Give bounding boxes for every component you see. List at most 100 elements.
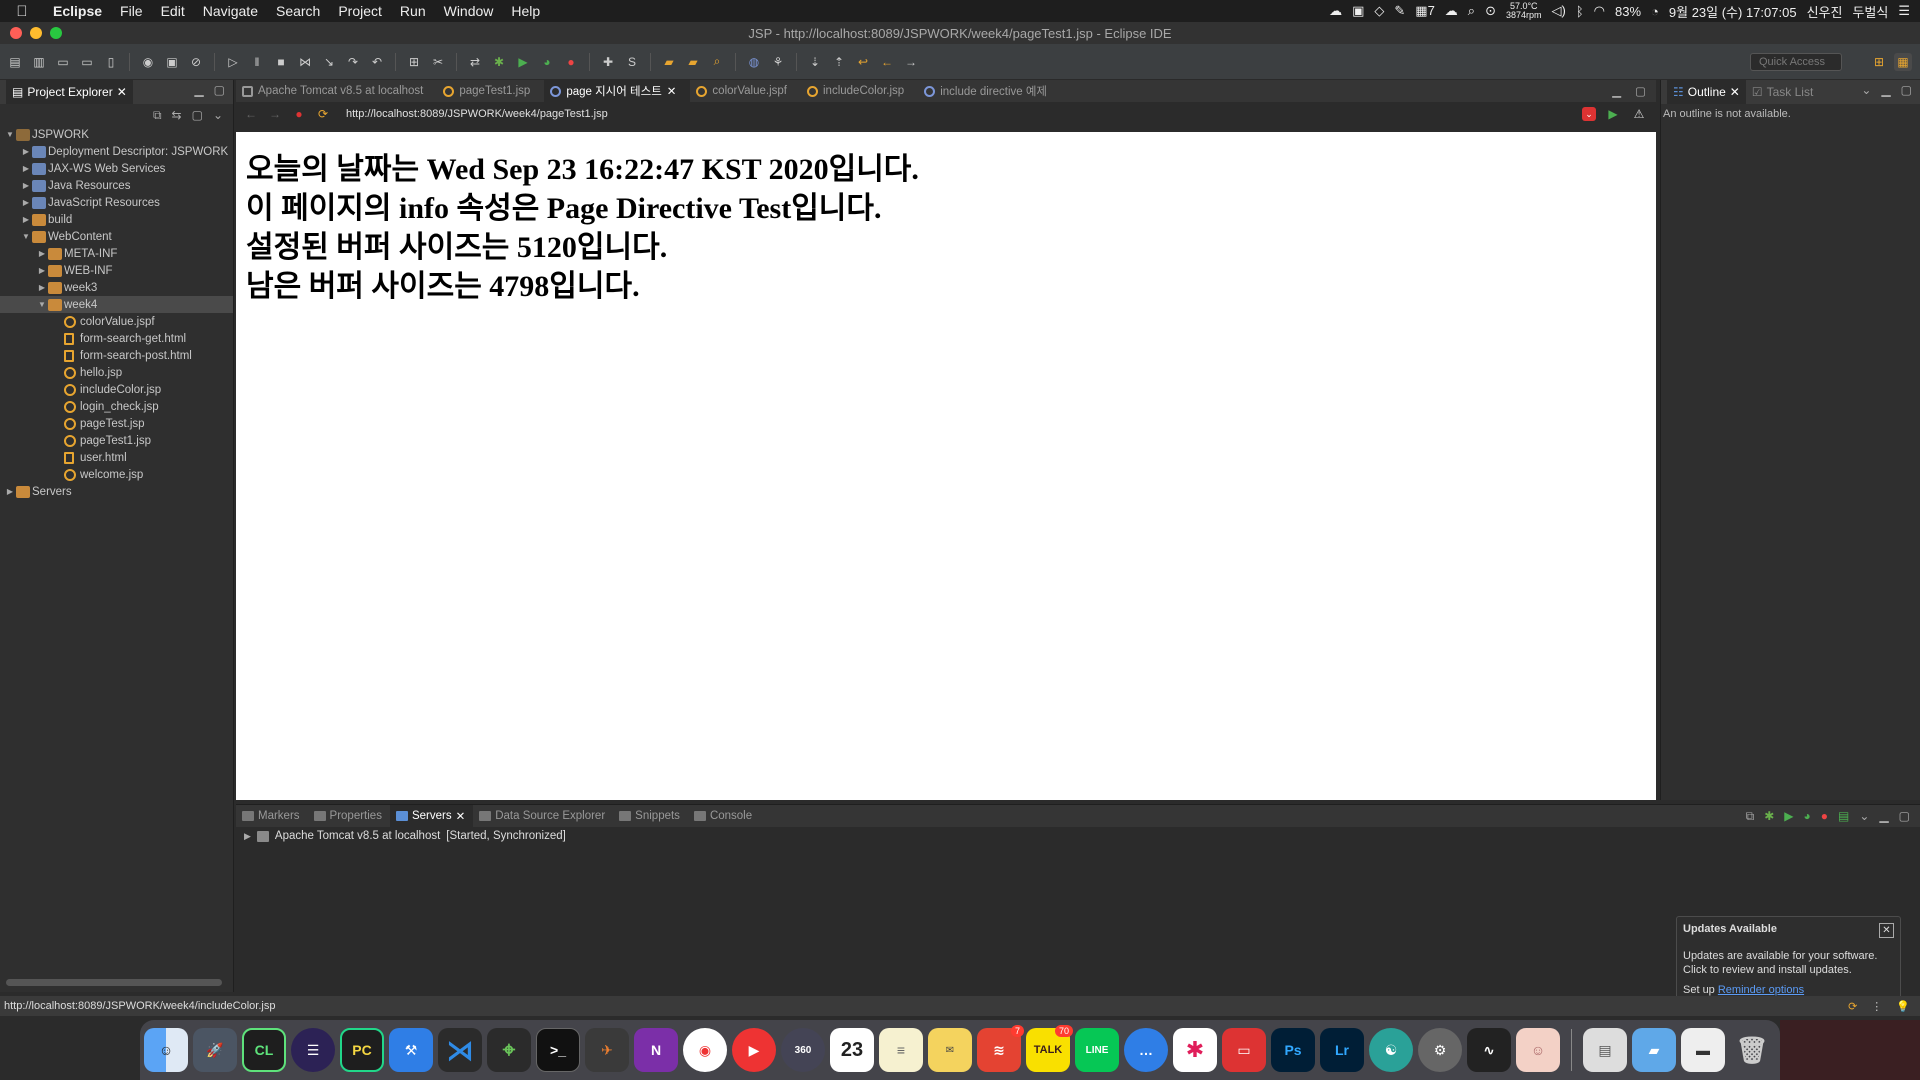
minimize-icon[interactable]: ▁ — [194, 83, 203, 97]
collapsed-arrow-icon[interactable]: ▶ — [36, 266, 48, 275]
onenote-icon[interactable]: N — [634, 1028, 678, 1072]
url-history-dropdown-icon[interactable]: ⌄ — [1582, 107, 1596, 121]
tab-snippets[interactable]: Snippets — [613, 805, 688, 827]
reminder-options-link[interactable]: Reminder options — [1718, 984, 1804, 996]
trash-icon[interactable]: 🗑 — [1730, 1028, 1774, 1072]
collapsed-arrow-icon[interactable]: ▶ — [36, 283, 48, 292]
creative-cloud-icon[interactable]: ☁ — [1329, 3, 1342, 19]
editor-tab[interactable]: pageTest1.jsp — [437, 80, 544, 102]
control-center-icon[interactable]: ☰ — [1898, 3, 1910, 19]
debug-icon[interactable]: ✱ — [490, 53, 508, 71]
disconnect-icon[interactable]: ⋈ — [296, 53, 314, 71]
pycharm-icon[interactable]: PC — [340, 1028, 384, 1072]
tab-properties[interactable]: Properties — [308, 805, 390, 827]
tree-item[interactable]: hello.jsp — [0, 364, 233, 381]
tree-item[interactable]: ▶ week3 — [0, 279, 233, 296]
browser-back-icon[interactable]: ← — [242, 105, 260, 123]
status-menu-icon[interactable]: ⋮ — [1871, 1000, 1882, 1013]
tree-item[interactable]: form-search-get.html — [0, 330, 233, 347]
browser-forward-icon[interactable]: → — [266, 105, 284, 123]
view-menu-icon[interactable]: ⌄ — [213, 108, 223, 122]
tab-outline[interactable]: ☷ Outline ✕ — [1667, 80, 1746, 104]
updates-line-2[interactable]: Click to review and install updates. — [1683, 963, 1894, 977]
external-tools-icon[interactable]: ● — [562, 53, 580, 71]
archive-icon[interactable]: ▬ — [1681, 1028, 1725, 1072]
wifi-icon[interactable]: ◠ — [1594, 3, 1605, 19]
maximize-icon[interactable]: ▢ — [1635, 84, 1646, 98]
tree-item[interactable]: login_check.jsp — [0, 398, 233, 415]
tree-item[interactable]: ▶ Java Resources — [0, 177, 233, 194]
tab-data-source-explorer[interactable]: Data Source Explorer — [473, 805, 613, 827]
user-icon[interactable]: ◉ — [139, 53, 157, 71]
update-check-icon[interactable]: ⟳ — [1848, 1000, 1857, 1013]
toolbar-search-icon[interactable]: ⌕ — [708, 53, 726, 71]
notes-icon[interactable]: ✎ — [1394, 3, 1405, 19]
expanded-arrow-icon[interactable]: ▼ — [36, 300, 48, 309]
open-task-icon[interactable]: ▰ — [684, 53, 702, 71]
menu-edit[interactable]: Edit — [152, 3, 194, 19]
tab-project-explorer[interactable]: ▤ Project Explorer ✕ — [6, 80, 133, 104]
line-icon[interactable]: LINE — [1075, 1028, 1119, 1072]
save-all-icon[interactable]: ▭ — [78, 53, 96, 71]
maximize-icon[interactable]: ▢ — [214, 83, 225, 97]
tab-servers[interactable]: Servers ✕ — [389, 805, 474, 827]
link-with-editor-icon[interactable]: ⇆ — [172, 108, 182, 122]
terminate-icon[interactable]: ■ — [272, 53, 290, 71]
cpu-temp-readout[interactable]: 57.0°C 3874rpm — [1506, 2, 1542, 20]
eclipse-icon[interactable]: ☰ — [291, 1028, 335, 1072]
slack-icon[interactable]: ✱ — [1173, 1028, 1217, 1072]
save-icon[interactable]: ▭ — [54, 53, 72, 71]
notion-icon[interactable]: ▣ — [1352, 3, 1364, 19]
tab-task-list[interactable]: ☑ Task List — [1746, 80, 1819, 104]
documents-folder-icon[interactable]: ▤ — [1583, 1028, 1627, 1072]
tree-item[interactable]: ▶ WEB-INF — [0, 262, 233, 279]
activity-monitor-icon[interactable]: ∿ — [1467, 1028, 1511, 1072]
editor-tab[interactable]: includeColor.jsp — [801, 80, 918, 102]
tree-item[interactable]: ▼ week4 — [0, 296, 233, 313]
system-preferences-icon[interactable]: ⚙ — [1418, 1028, 1462, 1072]
date-time[interactable]: 9월 23일 (수) 17:07:05 — [1669, 2, 1797, 21]
print-icon[interactable]: ▯ — [102, 53, 120, 71]
photoshop-icon[interactable]: Ps — [1271, 1028, 1315, 1072]
tree-item[interactable]: colorValue.jspf — [0, 313, 233, 330]
tree-item[interactable]: form-search-post.html — [0, 347, 233, 364]
java-ee-perspective-icon[interactable]: ▦ — [1894, 53, 1912, 71]
updates-notification[interactable]: Updates Available ✕ Updates are availabl… — [1676, 916, 1901, 1004]
step-into-icon[interactable]: ↘ — [320, 53, 338, 71]
new-class-icon[interactable]: S — [623, 53, 641, 71]
expand-arrow-icon[interactable]: ▶ — [244, 831, 251, 842]
editor-tab[interactable]: colorValue.jspf — [690, 80, 801, 102]
remote-desktop-icon[interactable]: ▭ — [1222, 1028, 1266, 1072]
volume-icon[interactable]: ◁) — [1552, 3, 1566, 19]
anime-app-icon[interactable]: ☺ — [1516, 1028, 1560, 1072]
collapsed-arrow-icon[interactable]: ▶ — [20, 215, 32, 224]
bluetooth-icon[interactable]: ᛒ — [1576, 4, 1584, 19]
skip-breakpoints-icon[interactable]: ✂ — [429, 53, 447, 71]
collapsed-arrow-icon[interactable]: ▶ — [20, 164, 32, 173]
apple-logo-icon[interactable]:  — [0, 3, 44, 20]
back-icon[interactable]: ← — [878, 53, 896, 71]
view-menu-icon[interactable]: ⌄ — [1859, 809, 1869, 824]
tree-item[interactable]: includeColor.jsp — [0, 381, 233, 398]
stickies-icon[interactable]: ✉ — [928, 1028, 972, 1072]
expanded-arrow-icon[interactable]: ▼ — [4, 130, 16, 139]
close-icon[interactable]: ✕ — [1730, 85, 1740, 99]
finder-icon[interactable]: ☺ — [144, 1028, 188, 1072]
open-perspective-icon[interactable]: ⊞ — [1870, 53, 1888, 71]
close-icon[interactable]: ✕ — [1879, 923, 1894, 938]
minimize-icon[interactable]: ▁ — [1881, 83, 1890, 97]
focus-icon[interactable]: ▢ — [192, 108, 203, 122]
toggle-mark-icon[interactable]: ⊘ — [187, 53, 205, 71]
menu-project[interactable]: Project — [329, 3, 391, 19]
view-menu-icon[interactable]: ⌄ — [1861, 83, 1871, 97]
notes-app-icon[interactable]: ≡ — [879, 1028, 923, 1072]
tab-markers[interactable]: Markers — [236, 805, 308, 827]
new-wizard-icon[interactable]: ▥ — [30, 53, 48, 71]
todoist-icon[interactable]: ≋ 7 — [977, 1025, 1024, 1072]
kakaotalk-icon[interactable]: TALK 70 — [1026, 1025, 1073, 1072]
minimize-icon[interactable]: ▁ — [1612, 84, 1621, 98]
messages-icon[interactable]: … — [1124, 1028, 1168, 1072]
browser-stop-icon[interactable]: ● — [290, 105, 308, 123]
terminal-app-icon[interactable]: >_ — [536, 1028, 580, 1072]
accessibility-icon[interactable]: ⊙ — [1485, 3, 1496, 19]
